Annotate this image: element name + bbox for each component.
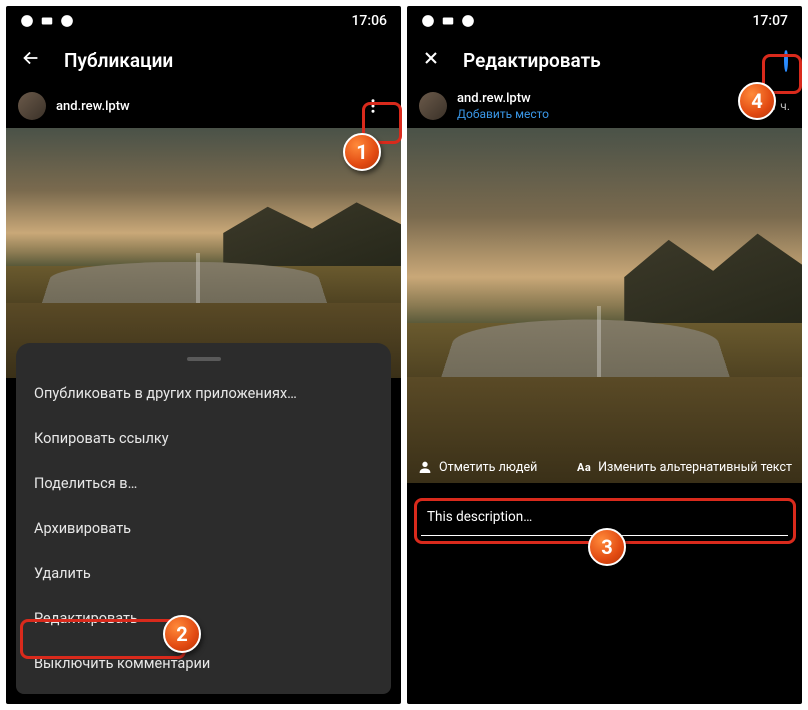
- close-icon[interactable]: [421, 48, 441, 72]
- add-place-link[interactable]: Добавить место: [457, 107, 549, 121]
- spinner-icon: [784, 49, 788, 72]
- status-bar: 17:06: [6, 6, 401, 36]
- username[interactable]: and.rew.lptw: [457, 91, 549, 106]
- status-time: 17:06: [351, 13, 387, 29]
- post-image[interactable]: Отметить людей Aa Изменить альтернативны…: [407, 128, 802, 483]
- status-time: 17:07: [752, 13, 788, 29]
- page-title: Публикации: [64, 49, 173, 72]
- callout-4: 4: [738, 82, 776, 120]
- drag-handle-icon[interactable]: [187, 357, 221, 361]
- done-button[interactable]: [784, 51, 788, 70]
- avatar[interactable]: [419, 92, 447, 120]
- person-icon: [417, 459, 433, 475]
- alt-text-button[interactable]: Aa Изменить альтернативный текст: [576, 459, 792, 475]
- post-header: and.rew.lptw: [6, 84, 401, 128]
- sheet-item-share-to[interactable]: Поделиться в…: [16, 461, 391, 506]
- viber-icon: [461, 14, 475, 28]
- sheet-item-copy-link[interactable]: Копировать ссылку: [16, 416, 391, 461]
- back-icon[interactable]: [20, 47, 42, 73]
- right-header: Редактировать: [407, 36, 802, 84]
- bottom-sheet: Опубликовать в других приложениях… Копир…: [16, 343, 391, 694]
- sheet-item-disable-comments[interactable]: Выключить комментарии: [16, 641, 391, 686]
- username[interactable]: and.rew.lptw: [56, 99, 130, 114]
- callout-2: 2: [163, 615, 201, 653]
- post-image[interactable]: [6, 128, 401, 378]
- more-options-button[interactable]: [357, 90, 389, 122]
- mail-icon: [441, 14, 455, 28]
- tag-people-button[interactable]: Отметить людей: [417, 459, 537, 475]
- sheet-item-delete[interactable]: Удалить: [16, 551, 391, 596]
- avatar[interactable]: [18, 92, 46, 120]
- viber-icon: [60, 14, 74, 28]
- mail-icon: [40, 14, 54, 28]
- sheet-item-archive[interactable]: Архивировать: [16, 506, 391, 551]
- sheet-item-edit[interactable]: Редактировать: [16, 596, 391, 641]
- viber-icon: [421, 14, 435, 28]
- status-bar: 17:07: [407, 6, 802, 36]
- left-header: Публикации: [6, 36, 401, 84]
- image-overlay-actions: Отметить людей Aa Изменить альтернативны…: [417, 459, 792, 475]
- page-title: Редактировать: [463, 49, 601, 72]
- left-pane: 17:06 Публикации and.rew.lptw: [6, 6, 401, 704]
- callout-3: 3: [588, 528, 626, 566]
- viber-icon: [20, 14, 34, 28]
- callout-1: 1: [343, 133, 381, 171]
- sheet-item-share-other-apps[interactable]: Опубликовать в других приложениях…: [16, 371, 391, 416]
- aa-icon: Aa: [576, 459, 592, 475]
